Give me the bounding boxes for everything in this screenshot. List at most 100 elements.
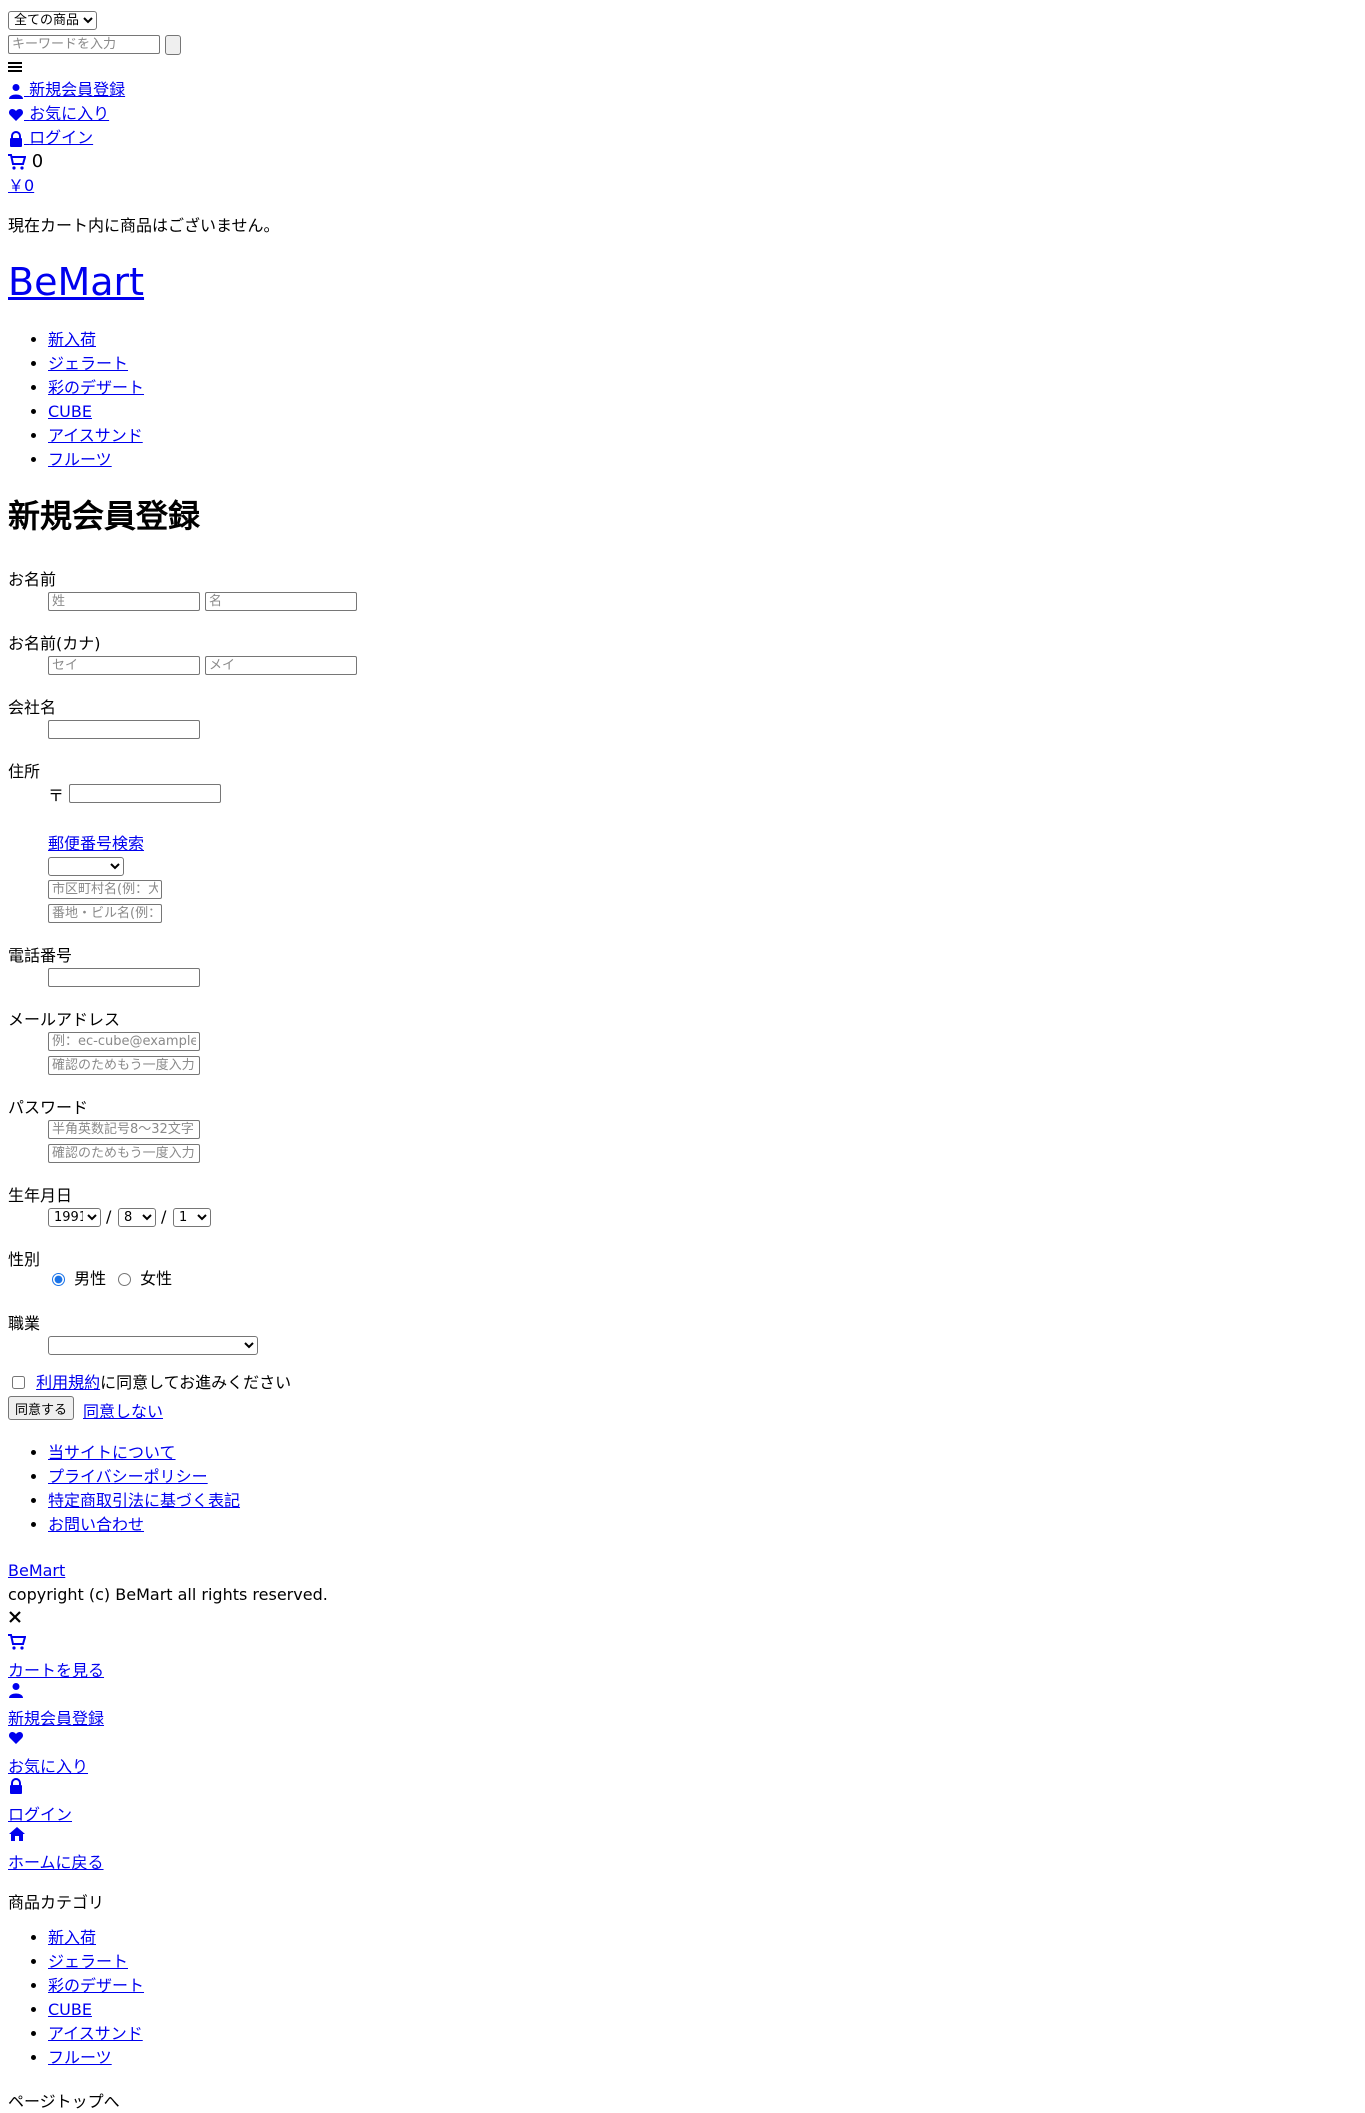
drawer-favorite-link[interactable]: お気に入り — [8, 1753, 88, 1777]
drawer-category-link[interactable]: 彩のデザート — [48, 1976, 144, 1995]
category-item: ジェラート — [48, 352, 144, 376]
postal-code-input[interactable] — [69, 784, 221, 803]
footer-link[interactable]: お問い合わせ — [48, 1515, 144, 1534]
gender-label: 性別 — [8, 1250, 41, 1269]
postal-search-link[interactable]: 郵便番号検索 — [48, 830, 144, 854]
password-label: パスワード — [8, 1098, 89, 1117]
heart-icon — [8, 1730, 24, 1746]
footer-item: プライバシーポリシー — [48, 1465, 240, 1489]
search-input[interactable] — [8, 35, 160, 54]
gender-female-label: 女性 — [140, 1269, 173, 1288]
gender-male-radio[interactable] — [52, 1273, 65, 1286]
cart-total[interactable]: ￥0 — [8, 176, 34, 196]
company-input[interactable] — [48, 720, 200, 739]
category-link[interactable]: CUBE — [48, 402, 92, 421]
email-confirm-input[interactable] — [48, 1056, 200, 1075]
header-favorite-link[interactable]: お気に入り — [8, 104, 109, 124]
drawer-home-link[interactable]: ホームに戻る — [8, 1849, 104, 1873]
home-icon — [8, 1826, 26, 1842]
birth-day-select[interactable]: 1 — [173, 1208, 211, 1227]
drawer-category-heading: 商品カテゴリ — [8, 1893, 105, 1912]
footer-link[interactable]: プライバシーポリシー — [48, 1467, 208, 1486]
password-input[interactable] — [48, 1120, 200, 1139]
header-register-link[interactable]: 新規会員登録 — [8, 80, 125, 100]
date-separator: / — [161, 1207, 167, 1226]
street-input[interactable] — [48, 904, 162, 923]
cart-empty-message: 現在カート内に商品はございません。 — [8, 216, 280, 235]
category-item: アイスサンド — [48, 424, 144, 448]
lock-icon — [8, 130, 24, 147]
category-item: 新入荷 — [48, 328, 144, 352]
drawer-register-link[interactable]: 新規会員登録 — [8, 1705, 104, 1729]
gender-female-radio[interactable] — [118, 1273, 131, 1286]
drawer-cart-link[interactable]: カートを見る — [8, 1657, 104, 1681]
address-label: 住所 — [8, 762, 41, 781]
name-label: お名前 — [8, 570, 57, 589]
drawer-category-item: 彩のデザート — [48, 1974, 144, 1998]
footer-link[interactable]: 当サイトについて — [48, 1443, 176, 1462]
company-label: 会社名 — [8, 698, 57, 717]
footer-item: 特定商取引法に基づく表記 — [48, 1489, 240, 1513]
search-button[interactable] — [165, 35, 181, 55]
category-link[interactable]: 彩のデザート — [48, 378, 144, 397]
footer-item: お問い合わせ — [48, 1513, 240, 1537]
terms-row: 利用規約に同意してお進みください — [8, 1373, 291, 1393]
category-link[interactable]: フルーツ — [48, 450, 112, 469]
category-link[interactable]: 新入荷 — [48, 330, 96, 349]
category-select[interactable]: 全ての商品 — [8, 11, 97, 30]
category-nav: 新入荷 ジェラート 彩のデザート CUBE アイスサンド フルーツ — [8, 328, 144, 472]
gender-male-option[interactable]: 男性 — [48, 1269, 106, 1289]
birth-month-select[interactable]: 8 — [118, 1208, 156, 1227]
drawer-category-link[interactable]: アイスサンド — [48, 2024, 143, 2043]
header-favorite-label: お気に入り — [29, 104, 110, 123]
header-cart[interactable]: 0 — [8, 152, 43, 172]
job-label: 職業 — [8, 1314, 41, 1333]
drawer-category-link[interactable]: ジェラート — [48, 1952, 128, 1971]
footer-nav: 当サイトについて プライバシーポリシー 特定商取引法に基づく表記 お問い合わせ — [8, 1441, 240, 1537]
user-icon — [8, 1682, 24, 1698]
date-separator: / — [106, 1207, 112, 1226]
category-link[interactable]: アイスサンド — [48, 426, 143, 445]
footer-link[interactable]: 特定商取引法に基づく表記 — [48, 1491, 240, 1510]
header-login-label: ログイン — [29, 128, 94, 147]
drawer-category-item: フルーツ — [48, 2046, 144, 2070]
drawer-login-link[interactable]: ログイン — [8, 1801, 72, 1825]
gender-female-option[interactable]: 女性 — [114, 1269, 172, 1289]
hamburger-icon[interactable] — [8, 60, 22, 74]
category-link[interactable]: ジェラート — [48, 354, 128, 373]
page-top-link[interactable]: ページトップへ — [8, 2088, 120, 2112]
last-name-kana-input[interactable] — [48, 656, 200, 675]
drawer-category-item: アイスサンド — [48, 2022, 144, 2046]
header-login-link[interactable]: ログイン — [8, 128, 93, 148]
terms-text: に同意してお進みください — [100, 1373, 292, 1392]
disagree-link[interactable]: 同意しない — [83, 1398, 163, 1422]
first-name-input[interactable] — [205, 592, 357, 611]
terms-link[interactable]: 利用規約 — [36, 1373, 100, 1392]
terms-checkbox[interactable] — [12, 1376, 25, 1389]
page-title: 新規会員登録 — [8, 497, 201, 535]
drawer-category-link[interactable]: CUBE — [48, 2000, 92, 2019]
job-select[interactable] — [48, 1336, 258, 1355]
prefecture-select[interactable] — [48, 857, 124, 876]
gender-male-label: 男性 — [74, 1269, 107, 1288]
cart-icon — [8, 1634, 26, 1650]
birth-year-select[interactable]: 1991 — [48, 1208, 101, 1227]
drawer-category-item: CUBE — [48, 1998, 144, 2022]
city-input[interactable] — [48, 880, 162, 899]
footer-logo[interactable]: BeMart — [8, 1561, 65, 1581]
phone-input[interactable] — [48, 968, 200, 987]
drawer-category-link[interactable]: 新入荷 — [48, 1928, 96, 1947]
user-icon — [8, 83, 24, 99]
first-name-kana-input[interactable] — [205, 656, 357, 675]
agree-button[interactable]: 同意する — [8, 1396, 75, 1420]
email-input[interactable] — [48, 1032, 200, 1051]
drawer-category-nav: 新入荷 ジェラート 彩のデザート CUBE アイスサンド フルーツ — [8, 1926, 144, 2070]
drawer-category-link[interactable]: フルーツ — [48, 2048, 112, 2067]
drawer-category-item: ジェラート — [48, 1950, 144, 1974]
site-logo[interactable]: BeMart — [8, 260, 144, 304]
phone-label: 電話番号 — [8, 946, 73, 965]
last-name-input[interactable] — [48, 592, 200, 611]
close-icon[interactable] — [8, 1610, 22, 1624]
cart-icon — [8, 154, 26, 170]
password-confirm-input[interactable] — [48, 1144, 200, 1163]
